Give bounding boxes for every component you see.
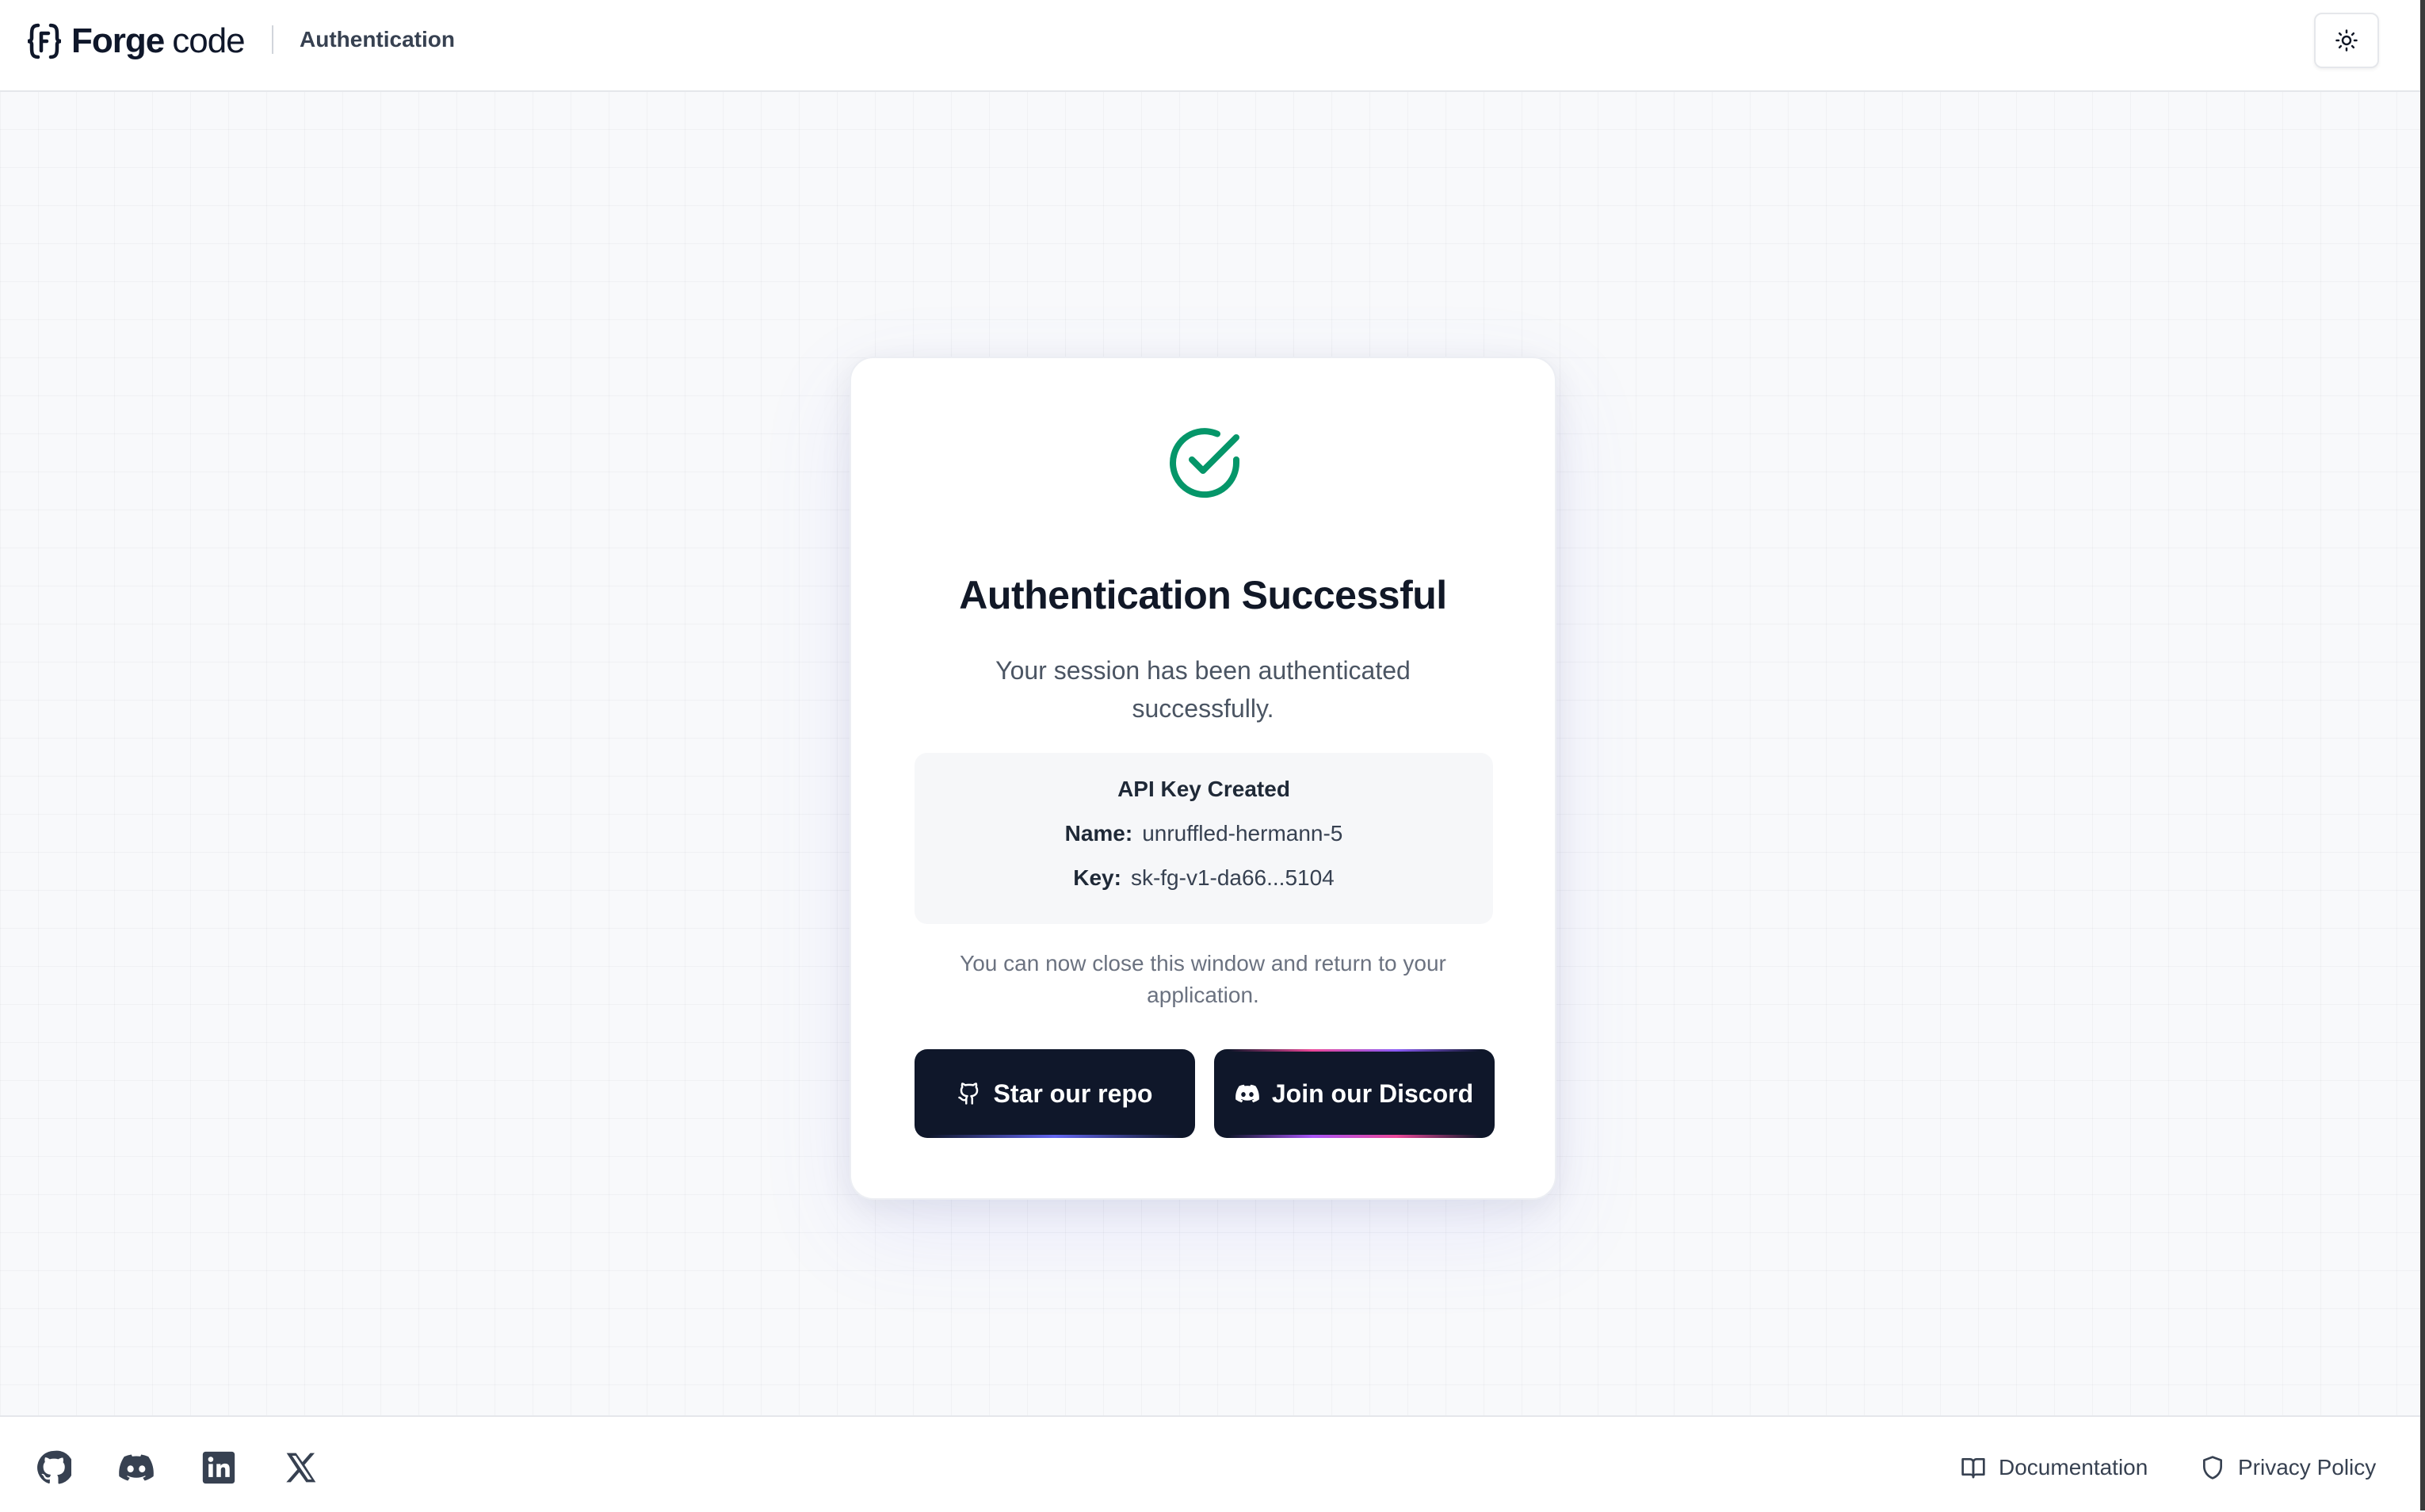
forge-code-logo[interactable]: Forge code xyxy=(24,21,246,62)
api-key-key-row: Key: sk-fg-v1-da66...5104 xyxy=(915,865,1493,891)
close-window-note: You can now close this window and return… xyxy=(960,951,1446,1007)
shield-icon xyxy=(2203,1456,2222,1480)
footer-github-link[interactable] xyxy=(36,1450,71,1485)
github-icon xyxy=(37,1450,71,1484)
page-title: Authentication xyxy=(300,27,455,52)
privacy-policy-label: Privacy Policy xyxy=(2238,1455,2377,1480)
star-repo-button[interactable]: Star our repo xyxy=(915,1049,1195,1138)
linkedin-icon xyxy=(202,1451,235,1484)
discord-icon xyxy=(1235,1084,1259,1103)
logo-forge-text: Forge xyxy=(71,21,165,60)
footer-x-link[interactable] xyxy=(284,1450,319,1485)
book-open-icon xyxy=(1961,1458,1985,1479)
footer-discord-link[interactable] xyxy=(119,1450,154,1485)
braces-logo-icon xyxy=(27,23,62,59)
footer: Documentation Privacy Policy xyxy=(0,1415,2420,1512)
api-key-key-value: sk-fg-v1-da66...5104 xyxy=(1130,865,1335,890)
card-title: Authentication Successful xyxy=(959,573,1447,617)
documentation-label: Documentation xyxy=(1999,1455,2148,1480)
github-icon xyxy=(957,1082,978,1105)
join-discord-button[interactable]: Join our Discord xyxy=(1214,1049,1495,1138)
card-subtitle: Your session has been authenticated succ… xyxy=(995,656,1411,723)
theme-toggle-button[interactable] xyxy=(2314,13,2379,68)
auth-success-card: Authentication Successful Your session h… xyxy=(850,357,1556,1200)
api-key-name-value: unruffled-hermann-5 xyxy=(1142,821,1343,846)
check-circle-icon xyxy=(1170,428,1240,498)
sun-icon xyxy=(2335,29,2358,52)
api-key-heading: API Key Created xyxy=(1117,777,1290,801)
api-key-name-row: Name: unruffled-hermann-5 xyxy=(915,821,1493,846)
logo-code-text: code xyxy=(172,21,245,60)
star-repo-label: Star our repo xyxy=(993,1079,1153,1108)
window-edge xyxy=(2420,0,2425,1510)
header-divider xyxy=(272,25,273,54)
api-key-key-label: Key: xyxy=(1073,865,1121,890)
documentation-link[interactable]: Documentation xyxy=(1961,1449,2148,1487)
privacy-policy-link[interactable]: Privacy Policy xyxy=(2200,1449,2376,1487)
api-key-name-label: Name: xyxy=(1064,821,1133,846)
discord-icon xyxy=(119,1454,154,1481)
top-header: Forge code Authentication xyxy=(0,0,2420,92)
x-icon xyxy=(286,1453,316,1483)
api-key-box: API Key Created Name: unruffled-hermann-5… xyxy=(915,753,1493,924)
join-discord-label: Join our Discord xyxy=(1271,1079,1474,1108)
footer-linkedin-link[interactable] xyxy=(201,1450,236,1485)
